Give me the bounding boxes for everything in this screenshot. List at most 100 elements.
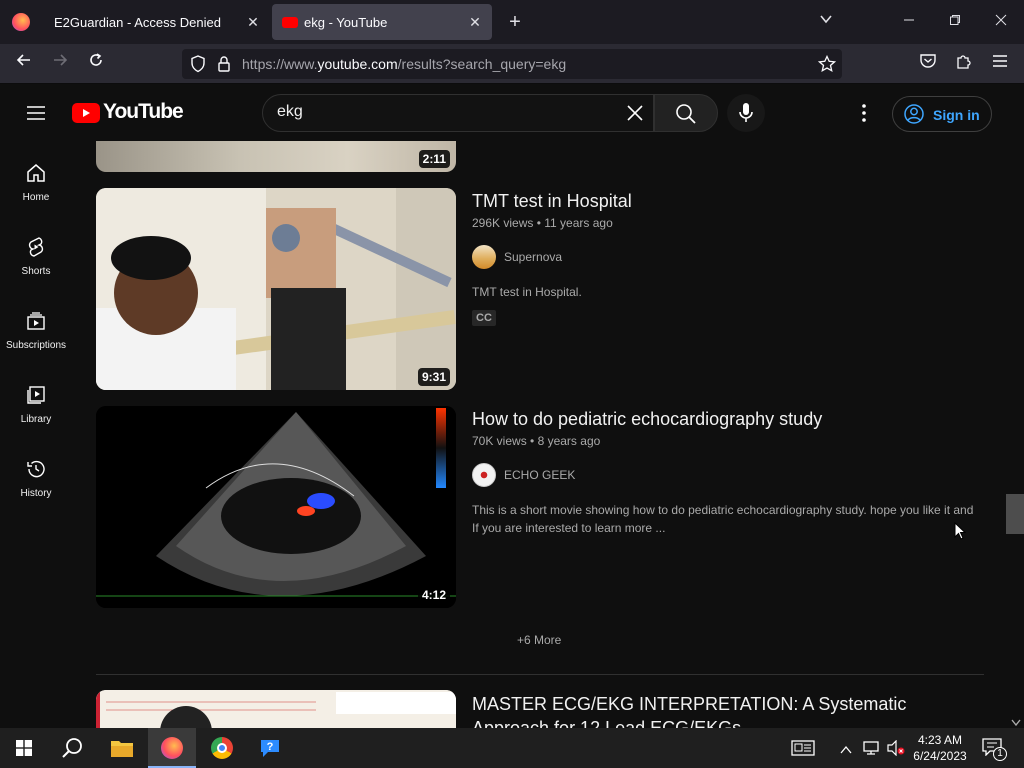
svg-text:?: ? [267, 741, 274, 753]
sidebar-item-library[interactable]: Library [0, 384, 72, 425]
thumbnail-image [96, 690, 456, 728]
youtube-logo-icon[interactable] [72, 103, 100, 123]
pocket-icon[interactable] [916, 52, 940, 76]
sign-in-button[interactable]: Sign in [892, 96, 992, 132]
scrollbar-thumb[interactable] [1006, 494, 1024, 534]
sidebar-item-label: Library [20, 414, 52, 425]
close-tab-icon[interactable]: ✕ [244, 13, 262, 31]
avatar [472, 463, 496, 487]
sidebar-item-label: Home [22, 192, 50, 203]
sidebar-item-subscriptions[interactable]: Subscriptions [0, 310, 72, 351]
subscriptions-icon [27, 312, 45, 330]
youtube-favicon-icon [282, 16, 298, 28]
duration-badge: 2:11 [418, 150, 450, 168]
video-meta: 70K views • 8 years ago [472, 434, 601, 448]
video-title[interactable]: TMT test in Hospital [472, 191, 632, 212]
extensions-icon[interactable] [952, 52, 976, 76]
more-settings-icon[interactable] [852, 101, 876, 130]
sidebar-item-label: Subscriptions [5, 340, 67, 351]
close-window-icon[interactable] [989, 10, 1013, 34]
search-button[interactable] [654, 94, 718, 132]
thumbnail-image [96, 188, 456, 390]
search-input[interactable] [277, 103, 607, 121]
duration-badge: 4:12 [417, 586, 450, 604]
guide-menu-icon[interactable] [24, 101, 48, 130]
restore-icon[interactable] [943, 10, 967, 34]
forward-icon[interactable] [48, 52, 72, 76]
tab-title: ekg - YouTube [304, 14, 388, 30]
bookmark-star-icon[interactable] [817, 54, 837, 78]
clock[interactable]: 4:23 AM 6/24/2023 [912, 732, 968, 764]
new-tab-icon[interactable]: + [503, 10, 527, 34]
tab-title: E2Guardian - Access Denied [54, 14, 221, 30]
video-title[interactable]: MASTER ECG/EKG INTERPRETATION: A Systema… [472, 694, 906, 715]
video-title[interactable]: How to do pediatric echocardiography stu… [472, 409, 822, 430]
video-description: TMT test in Hospital. [472, 285, 582, 299]
video-thumbnail[interactable]: 2:11 [96, 141, 456, 172]
firefox-menu-icon[interactable] [12, 13, 30, 31]
windows-start-icon[interactable] [0, 728, 48, 768]
hamburger-menu-icon[interactable] [988, 52, 1012, 76]
firefox-taskbar-icon[interactable] [148, 728, 196, 768]
youtube-header: YouTube Sign in [0, 85, 1024, 141]
help-icon[interactable]: ? [246, 728, 294, 768]
sign-in-label: Sign in [933, 107, 980, 123]
chrome-icon[interactable] [198, 728, 246, 768]
library-icon [27, 386, 45, 404]
clear-search-icon[interactable] [627, 105, 643, 126]
video-description: This is a short movie showing how to do … [472, 503, 974, 535]
tracking-shield-icon[interactable] [190, 55, 206, 78]
sidebar-item-home[interactable]: Home [0, 162, 72, 203]
duration-badge: 9:31 [417, 368, 450, 386]
home-icon [27, 164, 45, 182]
url-text: https://www.youtube.com/results?search_q… [242, 56, 567, 72]
file-explorer-icon[interactable] [98, 728, 146, 768]
clock-time: 4:23 AM [917, 733, 963, 747]
tab-e2guardian[interactable]: E2Guardian - Access Denied ✕ [42, 4, 270, 40]
search-box [262, 94, 654, 132]
video-thumbnail[interactable]: 4:12 [96, 406, 456, 608]
clock-date: 6/24/2023 [913, 749, 967, 763]
sidebar-item-label: History [20, 488, 52, 499]
sidebar-item-history[interactable]: History [0, 458, 72, 499]
tab-list-chevron-icon[interactable] [814, 10, 838, 34]
lock-icon[interactable] [217, 55, 231, 78]
video-meta: 296K views • 11 years ago [472, 216, 613, 230]
channel-link[interactable]: Supernova [472, 245, 562, 269]
mouse-cursor-icon [954, 521, 967, 545]
back-icon[interactable] [12, 52, 36, 76]
browser-nav-bar: https://www.youtube.com/results?search_q… [0, 44, 1024, 84]
shorts-icon [28, 237, 44, 257]
scrollbar-track[interactable] [1012, 141, 1024, 728]
youtube-logo-text[interactable]: YouTube [103, 100, 184, 124]
chevron-up-icon[interactable] [840, 742, 852, 760]
avatar [472, 245, 496, 269]
windows-taskbar: ? 4:23 AM 6/24/2023 1 [0, 728, 1024, 768]
notification-count-badge: 1 [993, 747, 1007, 761]
voice-search-button[interactable] [727, 94, 765, 132]
network-icon[interactable] [862, 740, 880, 761]
cc-badge: CC [472, 310, 496, 326]
more-results-button[interactable]: +6 More [517, 633, 561, 647]
channel-name: ECHO GEEK [504, 468, 576, 482]
divider [96, 674, 984, 675]
news-widget-icon[interactable] [791, 740, 815, 761]
channel-link[interactable]: ECHO GEEK [472, 463, 575, 487]
tab-youtube[interactable]: ekg - YouTube ✕ [272, 4, 492, 40]
volume-muted-icon[interactable] [886, 739, 906, 761]
channel-name: Supernova [504, 250, 563, 264]
reload-icon[interactable] [84, 52, 108, 76]
sidebar-item-label: Shorts [21, 266, 51, 277]
video-thumbnail[interactable]: 9:31 [96, 188, 456, 390]
search-icon[interactable] [48, 728, 96, 768]
url-bar[interactable]: https://www.youtube.com/results?search_q… [182, 49, 842, 79]
sidebar-item-shorts[interactable]: Shorts [0, 236, 72, 277]
thumbnail-image [96, 406, 456, 608]
close-tab-icon[interactable]: ✕ [466, 13, 484, 31]
video-thumbnail[interactable] [96, 690, 456, 728]
video-title-line2: Approach for 12 Lead ECG/EKGs [472, 718, 742, 728]
history-icon [27, 460, 45, 478]
account-icon [904, 104, 924, 124]
minimize-icon[interactable] [897, 10, 921, 34]
browser-tab-strip: E2Guardian - Access Denied ✕ ekg - YouTu… [0, 0, 1024, 44]
